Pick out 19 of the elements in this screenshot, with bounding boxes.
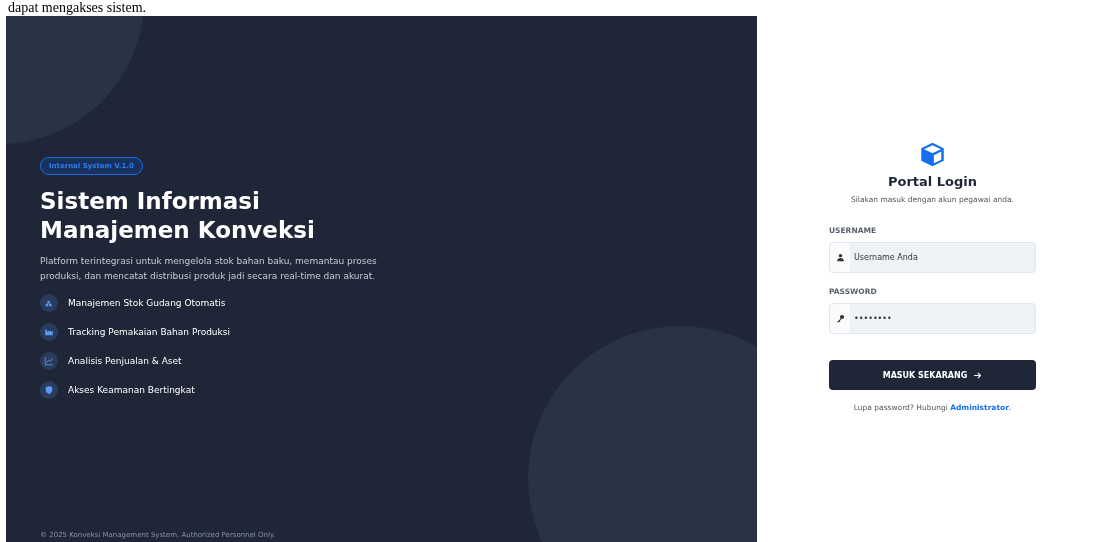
feature-label: Akses Keamanan Bertingkat bbox=[68, 385, 195, 395]
feature-label: Tracking Pemakaian Bahan Produksi bbox=[68, 327, 230, 337]
feature-icon bbox=[40, 352, 58, 370]
feature-icon bbox=[40, 323, 58, 341]
key-icon bbox=[835, 314, 845, 323]
username-field[interactable]: Username Anda bbox=[829, 242, 1036, 273]
feature-icon bbox=[40, 381, 58, 399]
feature-icon bbox=[40, 294, 58, 312]
hero-title: Sistem Informasi Manajemen Konveksi bbox=[40, 187, 315, 245]
cube-icon bbox=[919, 141, 946, 168]
arrow-right-icon bbox=[973, 370, 983, 380]
password-field[interactable]: •••••••• bbox=[829, 303, 1036, 334]
feature-label: Analisis Penjualan & Aset bbox=[68, 356, 182, 366]
login-button[interactable]: MASUK SEKARANG bbox=[829, 360, 1036, 390]
login-title: Portal Login bbox=[886, 174, 979, 189]
page-text: dapat mengakses sistem. bbox=[7, 0, 148, 16]
hero-description: Platform terintegrasi untuk mengelola stok bahan baku, memantau proses produksi, dan mencatat distribusi produk jadi secara real-time dan akurat. bbox=[40, 255, 378, 283]
user-icon bbox=[835, 253, 845, 262]
feature-label: Manajemen Stok Gudang Otomatis bbox=[68, 298, 226, 308]
